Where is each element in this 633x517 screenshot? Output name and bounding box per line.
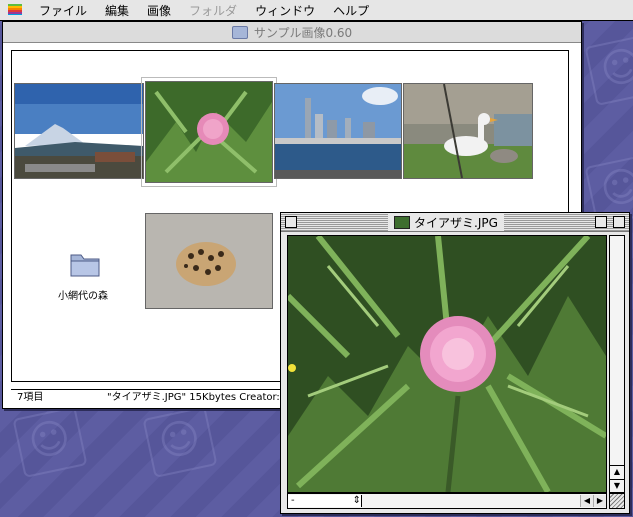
- finder-face-pattern: ☺: [142, 406, 218, 478]
- viewer-horizontal-scrollbar[interactable]: - ⇕ ◀ ▶: [287, 493, 607, 509]
- close-box-icon[interactable]: [285, 216, 297, 228]
- scroll-left-arrow-icon[interactable]: ◀: [580, 495, 593, 507]
- finder-face-pattern: ☺: [12, 406, 88, 478]
- menu-folder[interactable]: フォルダ: [180, 2, 246, 19]
- menu-help[interactable]: ヘルプ: [324, 2, 378, 19]
- image-viewer-window: タイアザミ.JPG ▲ ▼ - ⇕ ◀ ▶: [280, 212, 630, 514]
- viewer-title: タイアザミ.JPG: [414, 215, 498, 230]
- menu-window[interactable]: ウィンドウ: [246, 2, 324, 19]
- folder-label: 小網代の森: [58, 291, 108, 302]
- thumbnail-cowrie-shell[interactable]: [145, 213, 273, 309]
- window-title-bar[interactable]: サンプル画像0.60: [3, 22, 581, 43]
- scroll-up-arrow-icon[interactable]: ▲: [610, 465, 624, 478]
- window-title: サンプル画像0.60: [253, 25, 353, 40]
- scroll-down-arrow-icon[interactable]: ▼: [610, 479, 624, 492]
- thumbnail-city-harbor[interactable]: [274, 83, 402, 179]
- menu-file[interactable]: ファイル: [30, 2, 96, 19]
- thistle-image: [287, 235, 607, 493]
- zoom-box-icon[interactable]: [594, 216, 607, 228]
- thumbnail-duck[interactable]: [403, 83, 533, 179]
- thumbnail-thistle[interactable]: [141, 77, 277, 187]
- viewer-vertical-scrollbar[interactable]: ▲ ▼: [609, 235, 625, 493]
- resize-grip-icon[interactable]: [609, 493, 625, 509]
- menu-edit[interactable]: 編集: [96, 2, 138, 19]
- finder-face-pattern: ☺: [584, 34, 633, 106]
- folder-icon: [231, 25, 248, 39]
- select-arrows-icon: ⇕: [352, 495, 361, 506]
- zoom-value: -: [291, 495, 295, 506]
- folder-icon-kaboshiro[interactable]: [70, 251, 100, 277]
- image-file-icon: [394, 215, 411, 229]
- scroll-right-arrow-icon[interactable]: ▶: [593, 495, 606, 507]
- apple-menu-icon[interactable]: [0, 1, 30, 19]
- viewer-title-bar[interactable]: タイアザミ.JPG: [281, 213, 629, 232]
- zoom-select[interactable]: - ⇕: [288, 495, 362, 507]
- menu-image[interactable]: 画像: [138, 2, 180, 19]
- menu-bar: ファイル 編集 画像 フォルダ ウィンドウ ヘルプ: [0, 0, 633, 21]
- collapse-box-icon[interactable]: [612, 216, 625, 228]
- thumbnail-mountain-bay[interactable]: [14, 83, 144, 179]
- item-count: 7項目: [17, 392, 44, 403]
